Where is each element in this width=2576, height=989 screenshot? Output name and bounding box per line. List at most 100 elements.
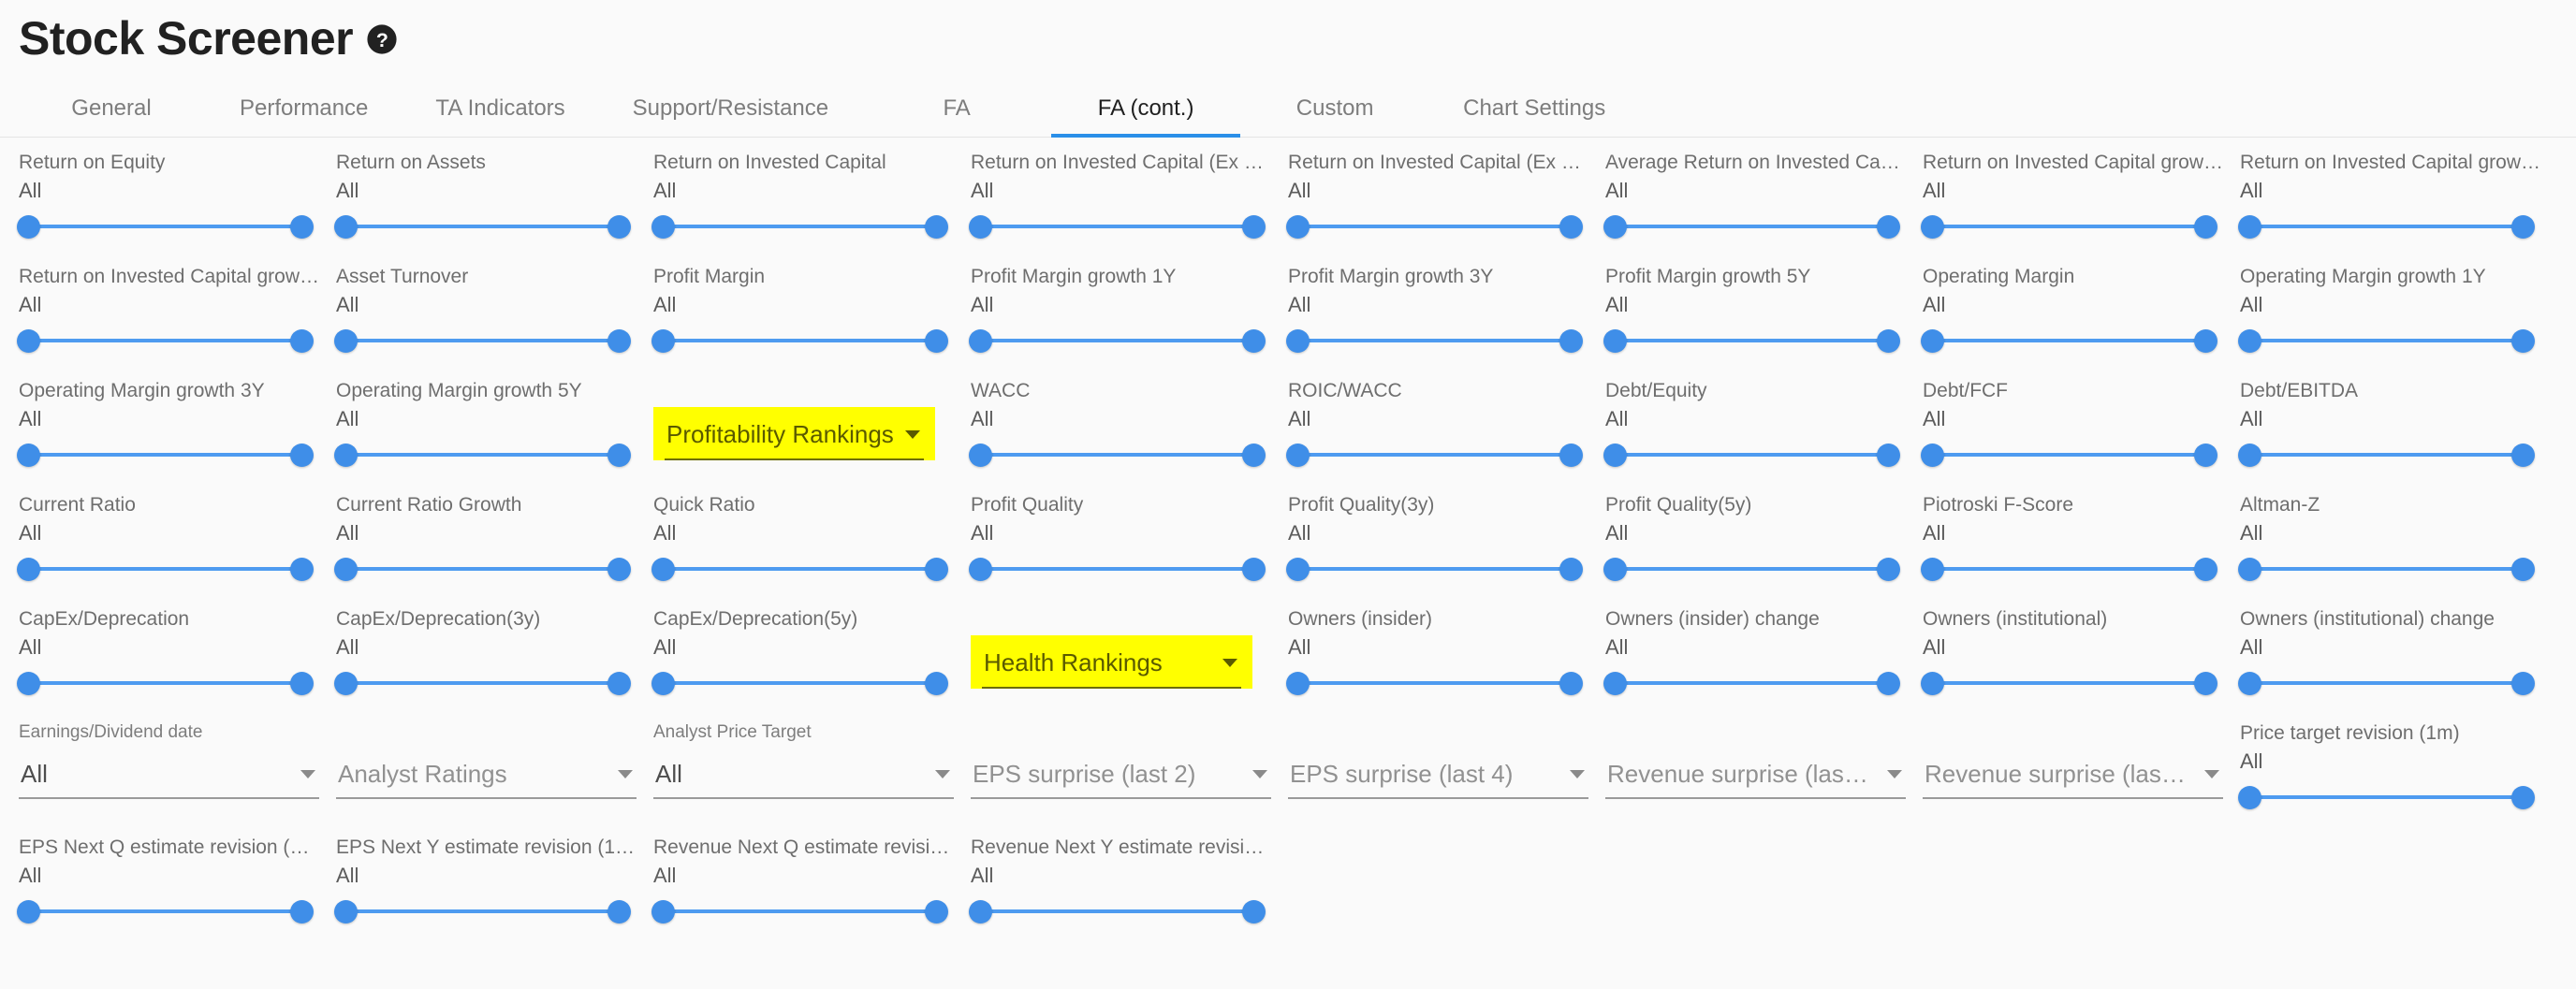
slider-thumb-max[interactable] (2194, 215, 2217, 239)
range-slider[interactable] (1921, 441, 2217, 469)
slider-thumb-max[interactable] (2511, 558, 2535, 581)
slider-thumb-max[interactable] (1242, 900, 1266, 924)
slider-thumb-min[interactable] (1603, 444, 1627, 467)
slider-thumb-max[interactable] (607, 900, 631, 924)
slider-thumb-max[interactable] (1559, 558, 1583, 581)
slider-track[interactable] (345, 225, 620, 228)
slider-thumb-min[interactable] (2238, 558, 2261, 581)
slider-thumb-max[interactable] (1242, 444, 1266, 467)
chevron-down-icon[interactable] (905, 430, 920, 439)
range-slider[interactable] (1603, 327, 1900, 355)
slider-thumb-min[interactable] (17, 329, 40, 353)
slider-track[interactable] (28, 453, 302, 457)
slider-thumb-max[interactable] (2511, 215, 2535, 239)
slider-thumb-min[interactable] (1286, 672, 1310, 695)
range-slider[interactable] (17, 212, 314, 240)
slider-thumb-min[interactable] (334, 444, 358, 467)
range-slider[interactable] (1921, 555, 2217, 583)
slider-track[interactable] (2249, 681, 2524, 685)
slider-track[interactable] (28, 225, 302, 228)
highlighted-select-control[interactable]: Health Rankings (971, 635, 1252, 689)
range-slider[interactable] (1286, 555, 1583, 583)
slider-thumb-max[interactable] (1242, 215, 1266, 239)
slider-thumb-max[interactable] (1877, 215, 1900, 239)
range-slider[interactable] (1286, 327, 1583, 355)
slider-thumb-max[interactable] (607, 215, 631, 239)
tab-chart-settings[interactable]: Chart Settings (1429, 80, 1639, 138)
slider-thumb-min[interactable] (2238, 786, 2261, 809)
slider-thumb-max[interactable] (607, 329, 631, 353)
slider-thumb-min[interactable] (17, 672, 40, 695)
range-slider[interactable] (2238, 669, 2535, 697)
slider-track[interactable] (2249, 567, 2524, 571)
slider-track[interactable] (1615, 681, 1889, 685)
slider-track[interactable] (2249, 225, 2524, 228)
slider-thumb-min[interactable] (1921, 672, 1944, 695)
range-slider[interactable] (651, 212, 948, 240)
tab-fa-cont[interactable]: FA (cont.) (1051, 80, 1241, 138)
range-slider[interactable] (2238, 441, 2535, 469)
slider-thumb-min[interactable] (17, 558, 40, 581)
chevron-down-icon[interactable] (300, 770, 315, 778)
range-slider[interactable] (17, 327, 314, 355)
slider-track[interactable] (345, 567, 620, 571)
select-control[interactable]: EPS surprise (last 2) (971, 760, 1271, 799)
slider-thumb-min[interactable] (651, 900, 675, 924)
slider-thumb-min[interactable] (1603, 329, 1627, 353)
range-slider[interactable] (1603, 669, 1900, 697)
slider-track[interactable] (1297, 225, 1572, 228)
slider-thumb-min[interactable] (2238, 215, 2261, 239)
slider-thumb-max[interactable] (2194, 444, 2217, 467)
slider-thumb-min[interactable] (969, 900, 992, 924)
slider-track[interactable] (663, 567, 937, 571)
slider-thumb-max[interactable] (2511, 672, 2535, 695)
slider-thumb-max[interactable] (290, 672, 314, 695)
range-slider[interactable] (2238, 783, 2535, 811)
slider-track[interactable] (1932, 453, 2206, 457)
chevron-down-icon[interactable] (618, 770, 633, 778)
slider-track[interactable] (345, 453, 620, 457)
slider-thumb-min[interactable] (969, 329, 992, 353)
select-control[interactable]: EPS surprise (last 4) (1288, 760, 1588, 799)
range-slider[interactable] (1603, 212, 1900, 240)
slider-thumb-min[interactable] (1603, 215, 1627, 239)
slider-track[interactable] (2249, 453, 2524, 457)
slider-track[interactable] (1297, 567, 1572, 571)
slider-thumb-max[interactable] (2511, 329, 2535, 353)
tab-general[interactable]: General (17, 80, 206, 138)
range-slider[interactable] (1921, 669, 2217, 697)
slider-track[interactable] (2249, 795, 2524, 799)
tab-ta-indicators[interactable]: TA Indicators (402, 80, 598, 138)
slider-track[interactable] (1615, 567, 1889, 571)
slider-thumb-max[interactable] (1559, 444, 1583, 467)
range-slider[interactable] (334, 327, 631, 355)
range-slider[interactable] (2238, 327, 2535, 355)
slider-track[interactable] (663, 909, 937, 913)
range-slider[interactable] (651, 897, 948, 925)
slider-thumb-max[interactable] (2194, 558, 2217, 581)
slider-thumb-min[interactable] (334, 900, 358, 924)
chevron-down-icon[interactable] (2204, 770, 2219, 778)
slider-thumb-max[interactable] (925, 329, 948, 353)
chevron-down-icon[interactable] (1222, 659, 1237, 667)
select-control[interactable]: Analyst Ratings (336, 760, 637, 799)
slider-thumb-min[interactable] (651, 329, 675, 353)
slider-thumb-max[interactable] (925, 558, 948, 581)
slider-track[interactable] (345, 339, 620, 342)
range-slider[interactable] (651, 555, 948, 583)
slider-track[interactable] (980, 339, 1254, 342)
slider-thumb-max[interactable] (1877, 329, 1900, 353)
slider-thumb-max[interactable] (1242, 329, 1266, 353)
select-control[interactable]: All (653, 760, 954, 799)
slider-thumb-max[interactable] (1877, 672, 1900, 695)
slider-thumb-min[interactable] (1286, 444, 1310, 467)
slider-thumb-min[interactable] (1286, 558, 1310, 581)
help-circle-icon[interactable]: ? (366, 23, 398, 55)
slider-thumb-min[interactable] (969, 444, 992, 467)
chevron-down-icon[interactable] (1887, 770, 1902, 778)
slider-track[interactable] (980, 909, 1254, 913)
slider-thumb-min[interactable] (2238, 444, 2261, 467)
slider-thumb-max[interactable] (925, 900, 948, 924)
slider-track[interactable] (663, 225, 937, 228)
range-slider[interactable] (334, 555, 631, 583)
